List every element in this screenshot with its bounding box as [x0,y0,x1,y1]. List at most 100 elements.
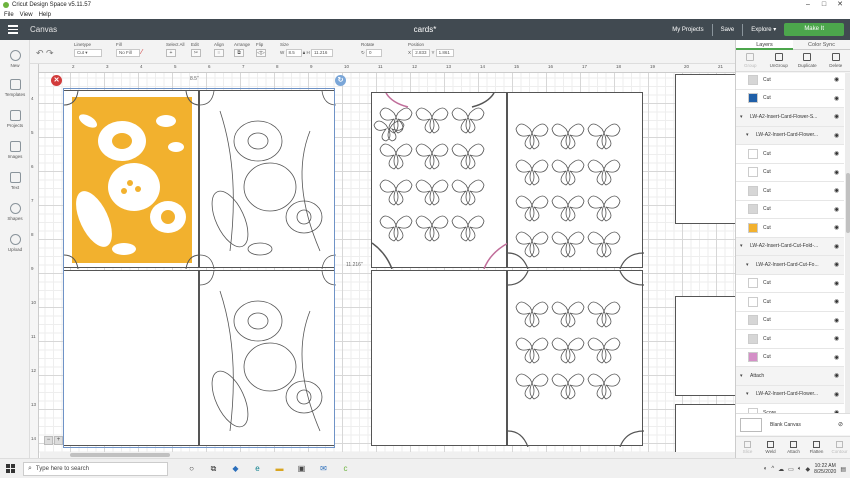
layers-scroll-thumb[interactable] [846,173,850,233]
attach-button[interactable]: Attach [782,437,805,458]
edit-icon[interactable]: ✂ [191,49,201,57]
align-icon[interactable]: ≡ [214,49,224,57]
eye-icon[interactable]: ◉ [834,280,844,287]
layer-item[interactable]: Cut ◉ [736,330,844,349]
duplicate-button[interactable]: Duplicate [793,50,822,71]
menu-help[interactable]: Help [39,12,51,18]
eye-icon[interactable]: ◉ [834,113,844,120]
layer-item[interactable]: Cut ◉ [736,145,844,164]
chevron-down-icon[interactable]: ▾ [740,114,746,120]
ungroup-button[interactable]: UnGroup [765,50,794,71]
clock[interactable]: 10:22 AM 8/25/2020 [814,463,836,475]
nav-upload[interactable]: Upload [0,234,30,252]
menu-file[interactable]: File [4,12,14,18]
save-button[interactable]: Save [721,27,735,33]
eye-icon[interactable]: ◉ [834,150,844,157]
eye-icon[interactable]: ◉ [834,243,844,250]
nav-templates[interactable]: Templates [0,79,30,97]
eye-icon[interactable]: ◉ [834,95,844,102]
cricut-taskbar-icon[interactable]: c [340,463,351,474]
select-all-icon[interactable]: + [166,49,176,57]
nav-new[interactable]: New [0,50,30,68]
undo-redo-icons[interactable]: ↶ ↷ [36,48,54,59]
layer-item[interactable]: Cut ◉ [736,274,844,293]
eye-icon[interactable]: ◉ [834,206,844,213]
chevron-down-icon[interactable]: ▾ [740,373,746,379]
chevron-down-icon[interactable]: ▾ [740,243,746,249]
design-canvas[interactable]: ✕ ↻ 8.5" 11.216" [30,64,735,458]
height-input[interactable]: 11.216 [310,49,333,57]
linetype-select[interactable]: Cut ▾ [74,49,102,57]
layer-item[interactable]: Cut ◉ [736,182,844,201]
eye-icon[interactable]: ◉ [834,224,844,231]
zoom-in-icon[interactable]: + [54,436,63,445]
layer-group[interactable]: ▾ LW-A2-Insert-Card-Flower... ◉ [736,385,844,404]
close-icon[interactable]: ✕ [832,0,848,10]
butterfly-card-top-right[interactable] [507,92,645,270]
eye-icon[interactable]: ◉ [834,132,844,139]
eye-icon[interactable]: ◉ [834,76,844,83]
taskbar-search[interactable]: ⌕ Type here to search [23,461,168,476]
notifications-icon[interactable]: ▤ [840,466,846,473]
lock-icon[interactable]: 🔒︎ [303,50,305,55]
make-it-button[interactable]: Make It [784,23,844,36]
contour-button[interactable]: Contour [828,437,850,458]
maximize-icon[interactable]: □ [816,0,832,10]
delete-handle-icon[interactable]: ✕ [51,75,62,86]
volume-icon[interactable]: 🔈︎ [798,466,802,473]
x-input[interactable]: 2.833 [412,49,431,57]
machine-select[interactable]: Explore ▾ [751,26,776,33]
edge-icon[interactable]: e [252,463,263,474]
eye-icon[interactable]: ◉ [834,372,844,379]
my-projects-link[interactable]: My Projects [672,27,703,33]
task-view-icon[interactable]: ⧉ [208,463,219,474]
windows-start-icon[interactable] [6,464,15,473]
layer-item[interactable]: Cut ◉ [736,348,844,367]
chevron-down-icon[interactable]: ▾ [746,132,752,138]
store-icon[interactable]: ▣ [296,463,307,474]
mail-icon[interactable]: ✉ [318,463,329,474]
layer-item[interactable]: Cut ◉ [736,163,844,182]
blank-butterfly-card-inside[interactable] [371,270,507,446]
minimize-icon[interactable]: – [800,0,816,10]
nav-projects[interactable]: Projects [0,110,30,128]
chevron-down-icon[interactable]: ▾ [746,391,752,397]
fill-swatch-icon[interactable]: ⁄ [141,49,142,56]
rotate-input[interactable]: 0 [366,49,383,57]
file-explorer-icon[interactable]: ▬ [274,463,285,474]
partial-card-right-middle[interactable] [675,296,735,396]
fill-select[interactable]: No Fill [116,49,140,57]
layer-item[interactable]: Cut ◉ [736,200,844,219]
eye-icon[interactable]: ◉ [834,335,844,342]
nav-shapes[interactable]: Shapes [0,203,30,221]
chevron-up-icon[interactable]: ^ [771,466,774,472]
butterfly-card-top-left[interactable] [371,92,509,270]
layer-item[interactable]: Cut ◉ [736,293,844,312]
group-button[interactable]: Group [736,50,765,71]
network-icon[interactable]: ▭ [788,466,794,473]
chevron-down-icon[interactable]: ▾ [746,262,752,268]
menu-view[interactable]: View [20,12,33,18]
zoom-out-icon[interactable]: − [44,436,53,445]
delete-button[interactable]: Delete [822,50,850,71]
layer-group[interactable]: ▾ LW-A2-Insert-Card-Cut-Fold-... ◉ [736,237,844,256]
layer-item[interactable]: Cut ◉ [736,311,844,330]
partial-card-right-bottom[interactable] [675,404,735,458]
cloud-icon[interactable]: ☁ [778,466,784,473]
hamburger-menu-icon[interactable] [0,19,26,40]
rotate-handle-icon[interactable]: ↻ [335,75,346,86]
layers-scrollbar[interactable] [845,73,850,413]
arrange-icon[interactable]: ⧉ [234,49,244,57]
eye-icon[interactable]: ◉ [834,169,844,176]
eye-icon[interactable]: ◉ [834,317,844,324]
nav-text[interactable]: Text [0,172,30,190]
width-input[interactable]: 8.5 [285,49,302,57]
tab-layers[interactable]: Layers [736,40,793,50]
layer-item[interactable]: Cut ◉ [736,73,844,90]
eye-icon[interactable]: ◉ [834,391,844,398]
eye-icon[interactable]: ◉ [834,298,844,305]
layer-item[interactable]: Cut ◉ [736,219,844,238]
nav-images[interactable]: Images [0,141,30,159]
selection-bounding-box[interactable] [63,88,335,448]
slice-button[interactable]: Slice [736,437,759,458]
